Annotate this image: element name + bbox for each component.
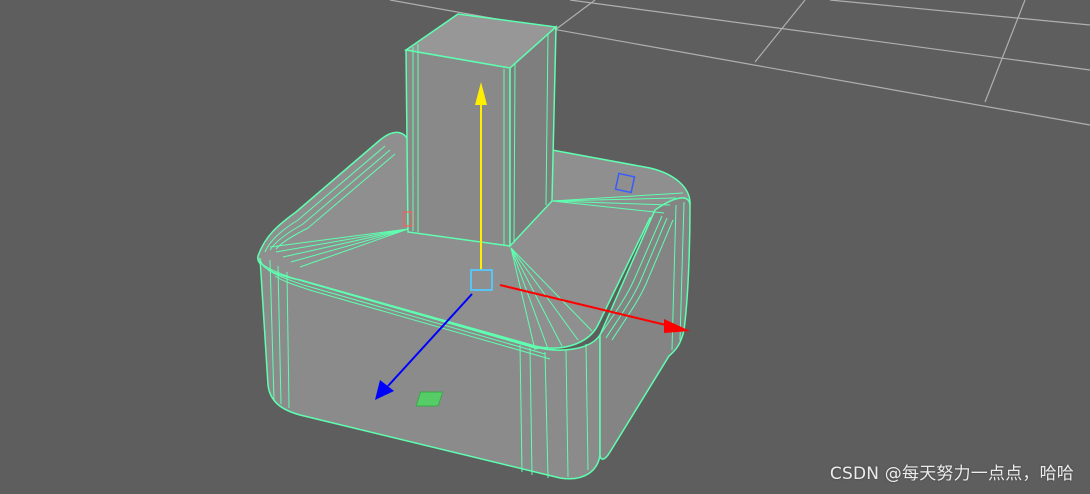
grid-line (569, 0, 1090, 71)
grid-line (829, 0, 1090, 26)
vertex-marker-green (415, 391, 444, 407)
pillar-front-face (405, 49, 511, 247)
grid-line (554, 0, 596, 31)
watermark-text: CSDN @每天努力一点点，哈哈 (829, 464, 1074, 484)
3d-viewport[interactable]: CSDN @每天努力一点点，哈哈 (0, 0, 1090, 494)
scene-canvas[interactable] (0, 0, 1090, 494)
